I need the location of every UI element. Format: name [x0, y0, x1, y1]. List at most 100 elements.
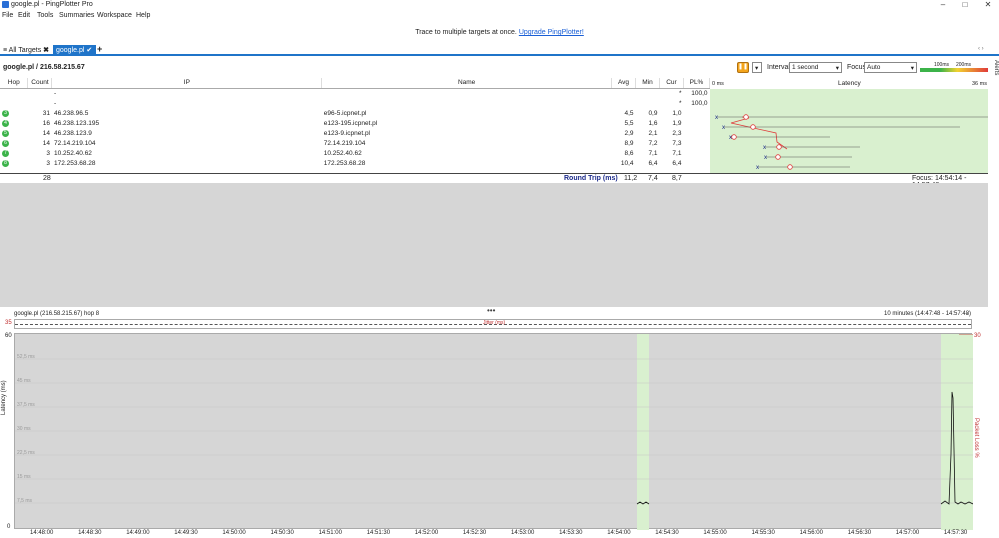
focus-select[interactable]: Auto ▾	[864, 62, 917, 73]
hop-6-avg-marker	[776, 144, 782, 150]
latency-graph-area: xx xx xx	[710, 89, 988, 173]
tab-label: All Targets	[8, 47, 42, 54]
minimize-button[interactable]: –	[936, 0, 950, 10]
min-cell: 0,9	[648, 109, 658, 117]
hop-cell: 7	[0, 148, 28, 158]
col-ip[interactable]: IP	[51, 78, 323, 89]
pause-options-dropdown[interactable]: ▾	[752, 62, 762, 73]
table-row[interactable]: - * 100,0	[0, 88, 710, 98]
tab-scroll-arrows-icon[interactable]: ‹ ›	[978, 46, 984, 52]
pl-cell	[683, 148, 709, 158]
name-cell: e123-195.icpnet.pl	[323, 119, 378, 127]
count-cell: 14	[42, 129, 50, 137]
y-axis-right-label: Packet Loss %	[973, 418, 979, 458]
pause-button[interactable]: ❚❚	[737, 62, 749, 73]
pl-cell: 100,0	[691, 99, 708, 107]
min-cell: 6,4	[648, 159, 658, 167]
min-cell: 2,1	[648, 129, 658, 137]
avg-cell: 2,9	[624, 129, 634, 137]
interval-select[interactable]: 1 second ▾	[789, 62, 842, 73]
x-tick-label: 14:55:30	[751, 530, 775, 536]
table-row[interactable]: 3 31 46.238.96.5 e96-5.icpnet.pl 4,5 0,9 1,0	[0, 108, 710, 118]
menu-summaries[interactable]: Summaries	[59, 12, 94, 19]
add-tab-button[interactable]: +	[97, 44, 102, 54]
x-tick-label: 14:53:00	[511, 530, 535, 536]
table-row[interactable]: - * 100,0	[0, 98, 710, 108]
round-trip-row: 28 Round Trip (ms) 11,2 7,4 8,7 Focus: 1…	[0, 174, 988, 189]
x-tick-label: 14:48:30	[78, 530, 102, 536]
min-cell	[636, 88, 660, 98]
rt-avg: 11,2	[624, 175, 638, 182]
x-tick-label: 14:57:00	[895, 530, 920, 536]
menu-file[interactable]: File	[2, 12, 13, 19]
tab-google[interactable]: google.pl ✔	[53, 45, 96, 56]
tab-all-targets[interactable]: ≡ All Targets ✖	[3, 46, 49, 54]
alerts-side-tab[interactable]: Alerts	[989, 60, 999, 120]
col-pl[interactable]: PL%	[683, 78, 711, 89]
x-tick-label: 14:48:00	[30, 530, 54, 536]
x-tick-label: 14:52:00	[414, 530, 439, 536]
hop-4-avg-marker	[750, 124, 756, 130]
maximize-button[interactable]: □	[958, 0, 972, 10]
y-axis-label: Latency (ms)	[1, 380, 7, 415]
x-tick-label: 14:50:00	[222, 530, 246, 536]
table-row[interactable]: 6 14 72.14.219.104 72.14.219.104 8,9 7,2 7,3	[0, 138, 710, 148]
col-name[interactable]: Name	[321, 78, 613, 89]
latency-time-graph: 52,5 ms 45 ms 37,5 ms 30 ms 22,5 ms 15 ms 7,5 …	[14, 333, 974, 530]
min-cell: 1,6	[648, 119, 658, 127]
min-cell	[636, 98, 660, 108]
avg-cell	[612, 98, 636, 108]
hop-cell: 5	[0, 128, 28, 138]
hop-8-avg-marker	[787, 164, 793, 170]
x-tick-label: 14:49:30	[174, 530, 198, 536]
table-row[interactable]: 5 14 46.238.123.9 e123-9.icpnet.pl 2,9 2,1 2,3	[0, 128, 710, 138]
table-row[interactable]: 4 16 46.238.123.195 e123-195.icpnet.pl 5,5 1,…	[0, 118, 710, 128]
y-tick-label: 37,5 ms	[17, 402, 35, 408]
col-avg[interactable]: Avg	[611, 78, 636, 89]
jitter-strip: Jitter (ms)	[14, 319, 972, 329]
menu-workspace[interactable]: Workspace	[97, 12, 132, 19]
hop-7-avg-marker	[775, 154, 781, 160]
app-icon	[2, 1, 9, 8]
y-max: 60	[5, 333, 12, 339]
count-cell: 31	[42, 109, 50, 117]
hop-cell	[0, 98, 28, 108]
col-count[interactable]: Count	[27, 78, 53, 89]
col-hop[interactable]: Hop	[0, 78, 29, 89]
hop-status-icon: 4	[2, 120, 9, 127]
hop-cell: 6	[0, 138, 28, 148]
x-tick-label: 14:55:00	[703, 530, 727, 536]
close-button[interactable]: ✕	[981, 0, 995, 10]
rt-count: 28	[43, 175, 51, 182]
name-cell: 172.253.68.28	[323, 159, 366, 167]
hop-3-avg-marker	[743, 114, 749, 120]
table-row[interactable]: 8 3 172.253.68.28 172.253.68.28 10,4 6,4 6,4	[0, 158, 710, 168]
y-min: 0	[7, 524, 11, 530]
avg-cell: 8,6	[624, 149, 634, 157]
range-dropdown-icon[interactable]: ▾	[966, 310, 969, 317]
col-cur[interactable]: Cur	[659, 78, 684, 89]
graph-header: google.pl (216.58.215.67) hop 8 10 minut…	[0, 311, 988, 319]
count-cell: 14	[42, 139, 50, 147]
menu-tools[interactable]: Tools	[37, 12, 53, 19]
col-min[interactable]: Min	[635, 78, 660, 89]
x-tick-label: 14:54:00	[607, 530, 631, 536]
list-icon: ≡	[3, 47, 8, 54]
hop-status-icon: 6	[2, 140, 9, 147]
pl-cell	[683, 118, 709, 128]
menu-help[interactable]: Help	[136, 12, 150, 19]
min-cell: 7,1	[648, 149, 658, 157]
y-tick-label: 7,5 ms	[17, 498, 33, 504]
count-cell	[28, 98, 52, 108]
hop-cell	[0, 88, 28, 98]
menu-edit[interactable]: Edit	[18, 12, 30, 19]
pl-cell: 100,0	[691, 89, 708, 97]
close-tab-icon[interactable]: ✖	[43, 47, 49, 54]
upgrade-link[interactable]: Upgrade PingPlotter!	[519, 29, 584, 36]
ip-cell: 172.253.68.28	[53, 159, 96, 167]
graph-range[interactable]: 10 minutes (14:47:48 - 14:57:48)	[884, 311, 971, 317]
y-tick-label: 30 ms	[17, 426, 31, 432]
target-label: google.pl / 216.58.215.67	[3, 64, 85, 71]
table-row[interactable]: 7 3 10.252.40.62 10.252.40.62 8,6 7,1 7,1	[0, 148, 710, 158]
x-tick-label: 14:52:30	[462, 530, 487, 536]
